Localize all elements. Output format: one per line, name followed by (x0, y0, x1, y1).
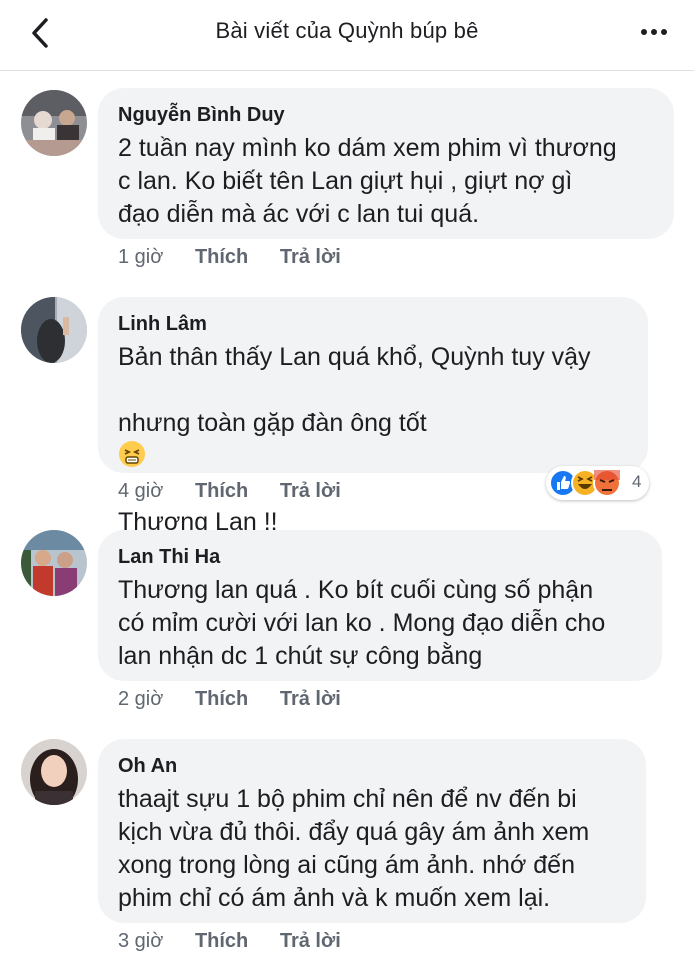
like-link[interactable]: Thích (195, 246, 248, 269)
more-button[interactable] (638, 22, 672, 42)
comment-text-line: Bản thân thấy Lan quá khổ, Quỳnh tuy vậy (118, 343, 591, 371)
comment-time: 4 giờ (118, 480, 164, 502)
comment-time: 1 giờ (118, 246, 164, 268)
comment-author[interactable]: Lan Thi Ha (118, 544, 642, 570)
top-bar: Bài viết của Quỳnh búp bê (0, 0, 694, 71)
comment-text: Thương lan quá . Ko bít cuối cùng số phậ… (118, 576, 606, 670)
comment-bubble: Linh Lâm Bản thân thấy Lan quá khổ, Quỳn… (98, 297, 648, 566)
reply-link[interactable]: Trả lời (280, 480, 341, 503)
like-link[interactable]: Thích (195, 930, 248, 953)
comment-bubble: Oh An thaajt sựu 1 bộ phim chỉ nên để nv… (98, 739, 646, 923)
avatar-photo (21, 739, 87, 805)
comment-text-part: nhưng toàn gặp đàn ông tốt (118, 409, 427, 437)
comment-text: thaajt sựu 1 bộ phim chỉ nên để nv đến b… (118, 785, 590, 912)
angry-reaction-icon (593, 469, 621, 497)
avatar-photo (21, 530, 87, 596)
like-link[interactable]: Thích (195, 480, 248, 503)
persevering-face-icon (119, 441, 145, 467)
reaction-summary[interactable]: 4 (546, 466, 649, 500)
comment-actions: 1 giờ Thích Trả lời (118, 246, 367, 269)
reaction-count: 4 (632, 472, 642, 491)
reply-link[interactable]: Trả lời (280, 246, 341, 269)
comment-time: 3 giờ (118, 930, 164, 952)
comment-author[interactable]: Linh Lâm (118, 311, 628, 337)
like-link[interactable]: Thích (195, 688, 248, 711)
comment-author[interactable]: Oh An (118, 753, 626, 779)
avatar[interactable] (21, 530, 87, 596)
comment-bubble: Lan Thi Ha Thương lan quá . Ko bít cuối … (98, 530, 662, 681)
comment-actions: 2 giờ Thích Trả lời (118, 688, 367, 711)
comment-actions: 3 giờ Thích Trả lời (118, 930, 367, 953)
reply-link[interactable]: Trả lời (280, 930, 341, 953)
reply-link[interactable]: Trả lời (280, 688, 341, 711)
avatar[interactable] (21, 739, 87, 805)
more-horizontal-icon (641, 29, 667, 35)
comment-actions: 4 giờ Thích Trả lời (118, 480, 367, 503)
page-title: Bài viết của Quỳnh búp bê (215, 18, 479, 43)
comment-bubble: Nguyễn Bình Duy 2 tuần nay mình ko dám x… (98, 88, 674, 239)
comment-author[interactable]: Nguyễn Bình Duy (118, 102, 654, 128)
avatar[interactable] (21, 297, 87, 363)
comment-time: 2 giờ (118, 688, 164, 710)
avatar[interactable] (21, 90, 87, 156)
avatar-photo (21, 90, 87, 156)
reaction-icons (549, 469, 621, 497)
avatar-photo (21, 297, 87, 363)
comment-text: 2 tuần nay mình ko dám xem phim vì thươn… (118, 134, 617, 228)
comment-text-line: nhưng toàn gặp đàn ông tốt (118, 374, 628, 473)
